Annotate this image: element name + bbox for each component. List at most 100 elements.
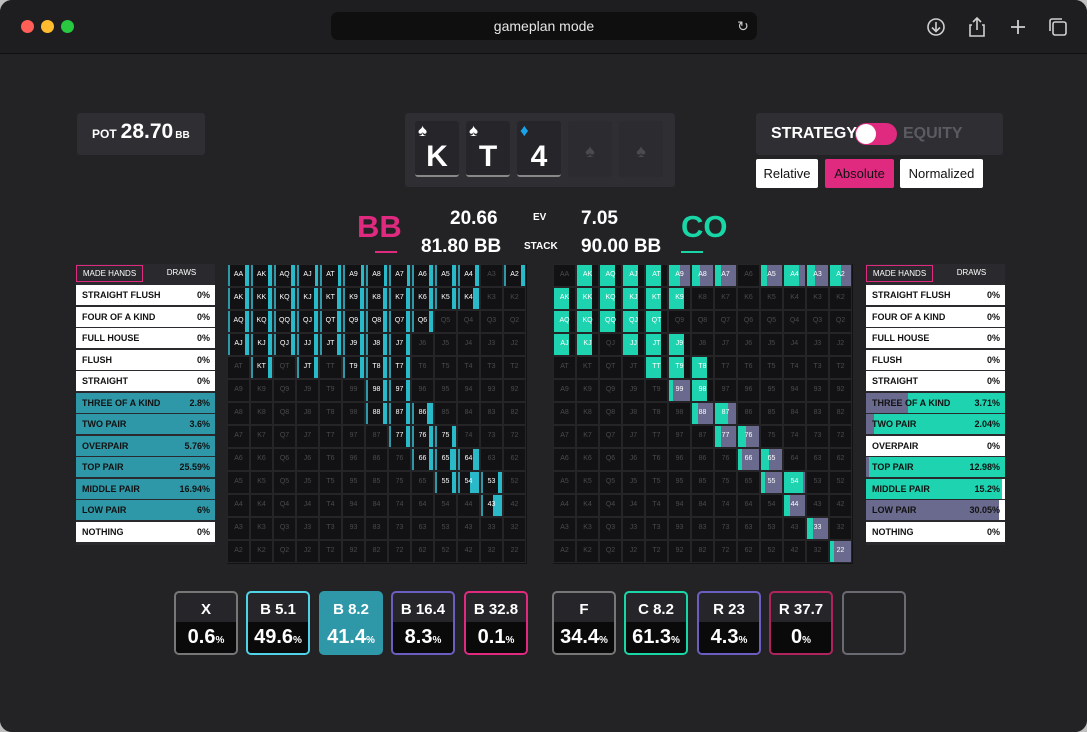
category-row[interactable]: STRAIGHT 0% <box>866 371 1005 391</box>
hand-cell[interactable]: AK <box>576 264 599 287</box>
hand-cell[interactable]: A3 <box>806 264 829 287</box>
hand-cell[interactable]: 87 <box>714 402 737 425</box>
hand-cell[interactable]: T8 <box>319 402 342 425</box>
hand-cell[interactable]: 53 <box>806 471 829 494</box>
hand-cell[interactable]: A9 <box>342 264 365 287</box>
hand-cell[interactable]: 85 <box>691 471 714 494</box>
hand-cell[interactable]: TT <box>645 356 668 379</box>
hand-cell[interactable]: J6 <box>296 448 319 471</box>
hand-cell[interactable]: 65 <box>760 448 783 471</box>
hand-cell[interactable]: J6 <box>622 448 645 471</box>
hand-cell[interactable]: 87 <box>365 425 388 448</box>
minimize-window-button[interactable] <box>41 20 54 33</box>
hand-cell[interactable]: Q7 <box>388 310 411 333</box>
category-row[interactable]: NOTHING 0% <box>866 522 1005 542</box>
board-card[interactable]: ♦ 4 <box>517 121 561 177</box>
hand-cell[interactable]: Q8 <box>599 402 622 425</box>
hand-cell[interactable]: AT <box>553 356 576 379</box>
hand-cell[interactable]: 73 <box>714 517 737 540</box>
category-row[interactable]: MIDDLE PAIR 16.94% <box>76 479 215 499</box>
hand-cell[interactable]: QT <box>645 310 668 333</box>
hand-cell[interactable]: 92 <box>342 540 365 563</box>
hand-cell[interactable]: 74 <box>714 494 737 517</box>
hand-cell[interactable]: 75 <box>388 471 411 494</box>
hand-cell[interactable]: QT <box>319 310 342 333</box>
hand-cell[interactable]: AJ <box>296 264 319 287</box>
hand-cell[interactable]: 83 <box>691 517 714 540</box>
hand-cell[interactable]: Q9 <box>668 310 691 333</box>
hand-cell[interactable]: Q2 <box>503 310 526 333</box>
hand-cell[interactable]: 76 <box>388 448 411 471</box>
left-draws-tab[interactable]: DRAWS <box>148 265 215 282</box>
hand-cell[interactable]: 97 <box>342 425 365 448</box>
hand-cell[interactable]: QQ <box>599 310 622 333</box>
hand-cell[interactable]: A5 <box>434 264 457 287</box>
hand-cell[interactable]: 87 <box>388 402 411 425</box>
hand-cell[interactable]: 82 <box>691 540 714 563</box>
hand-cell[interactable]: J9 <box>296 379 319 402</box>
hand-cell[interactable]: 32 <box>480 540 503 563</box>
hand-cell[interactable]: 99 <box>342 379 365 402</box>
hand-cell[interactable]: J5 <box>760 333 783 356</box>
hand-cell[interactable]: KJ <box>576 333 599 356</box>
hand-cell[interactable]: QJ <box>599 333 622 356</box>
hand-cell[interactable]: 88 <box>365 402 388 425</box>
category-row[interactable]: LOW PAIR 30.05% <box>866 500 1005 520</box>
hand-cell[interactable]: 93 <box>480 379 503 402</box>
hand-cell[interactable]: 43 <box>457 517 480 540</box>
hand-cell[interactable]: K7 <box>250 425 273 448</box>
hand-cell[interactable]: Q3 <box>480 310 503 333</box>
absolute-mode-button[interactable]: Absolute <box>825 159 894 188</box>
hand-cell[interactable]: A4 <box>227 494 250 517</box>
category-row[interactable]: TOP PAIR 25.59% <box>76 457 215 477</box>
hand-cell[interactable]: JT <box>319 333 342 356</box>
category-row[interactable]: FULL HOUSE 0% <box>866 328 1005 348</box>
hand-cell[interactable]: A7 <box>227 425 250 448</box>
hand-cell[interactable]: 64 <box>411 494 434 517</box>
hand-cell[interactable]: 54 <box>760 494 783 517</box>
hand-cell[interactable]: Q4 <box>273 494 296 517</box>
hand-cell[interactable]: K9 <box>250 379 273 402</box>
hand-cell[interactable]: K9 <box>668 287 691 310</box>
hand-cell[interactable]: 73 <box>388 517 411 540</box>
hand-cell[interactable]: 85 <box>434 402 457 425</box>
hand-cell[interactable]: AT <box>319 264 342 287</box>
hand-cell[interactable]: J5 <box>296 471 319 494</box>
hand-cell[interactable]: A5 <box>227 471 250 494</box>
hand-cell[interactable]: A3 <box>480 264 503 287</box>
hand-cell[interactable]: 82 <box>503 402 526 425</box>
hand-cell[interactable]: 76 <box>737 425 760 448</box>
hand-cell[interactable]: AK <box>553 287 576 310</box>
hand-cell[interactable]: 55 <box>760 471 783 494</box>
hand-cell[interactable]: 98 <box>691 379 714 402</box>
hand-cell[interactable]: 54 <box>457 471 480 494</box>
hand-cell[interactable]: 84 <box>457 402 480 425</box>
hand-cell[interactable]: 85 <box>760 402 783 425</box>
relative-mode-button[interactable]: Relative <box>756 159 818 188</box>
hand-cell[interactable]: T9 <box>342 356 365 379</box>
hand-cell[interactable]: 66 <box>737 448 760 471</box>
hand-cell[interactable]: K4 <box>576 494 599 517</box>
hand-cell[interactable]: A5 <box>553 471 576 494</box>
hand-cell[interactable]: AA <box>227 264 250 287</box>
hand-cell[interactable]: 62 <box>411 540 434 563</box>
hand-cell[interactable]: 72 <box>503 425 526 448</box>
hand-cell[interactable]: A7 <box>388 264 411 287</box>
hand-cell[interactable]: K8 <box>365 287 388 310</box>
hand-cell[interactable]: 98 <box>365 379 388 402</box>
bb-action-button[interactable]: X 0.6% <box>174 591 238 655</box>
board-card[interactable]: ♠ T <box>466 121 510 177</box>
hand-cell[interactable]: Q9 <box>599 379 622 402</box>
hand-cell[interactable]: 33 <box>480 517 503 540</box>
hand-cell[interactable]: KK <box>576 287 599 310</box>
hand-cell[interactable]: K8 <box>691 287 714 310</box>
hand-cell[interactable]: 86 <box>737 402 760 425</box>
hand-cell[interactable]: 88 <box>691 402 714 425</box>
hand-cell[interactable]: J8 <box>691 333 714 356</box>
hand-cell[interactable]: T7 <box>714 356 737 379</box>
hand-cell[interactable]: 63 <box>411 517 434 540</box>
hand-cell[interactable]: A9 <box>553 379 576 402</box>
hand-cell[interactable]: K5 <box>434 287 457 310</box>
hand-cell[interactable]: KT <box>250 356 273 379</box>
hand-cell[interactable]: A2 <box>829 264 852 287</box>
